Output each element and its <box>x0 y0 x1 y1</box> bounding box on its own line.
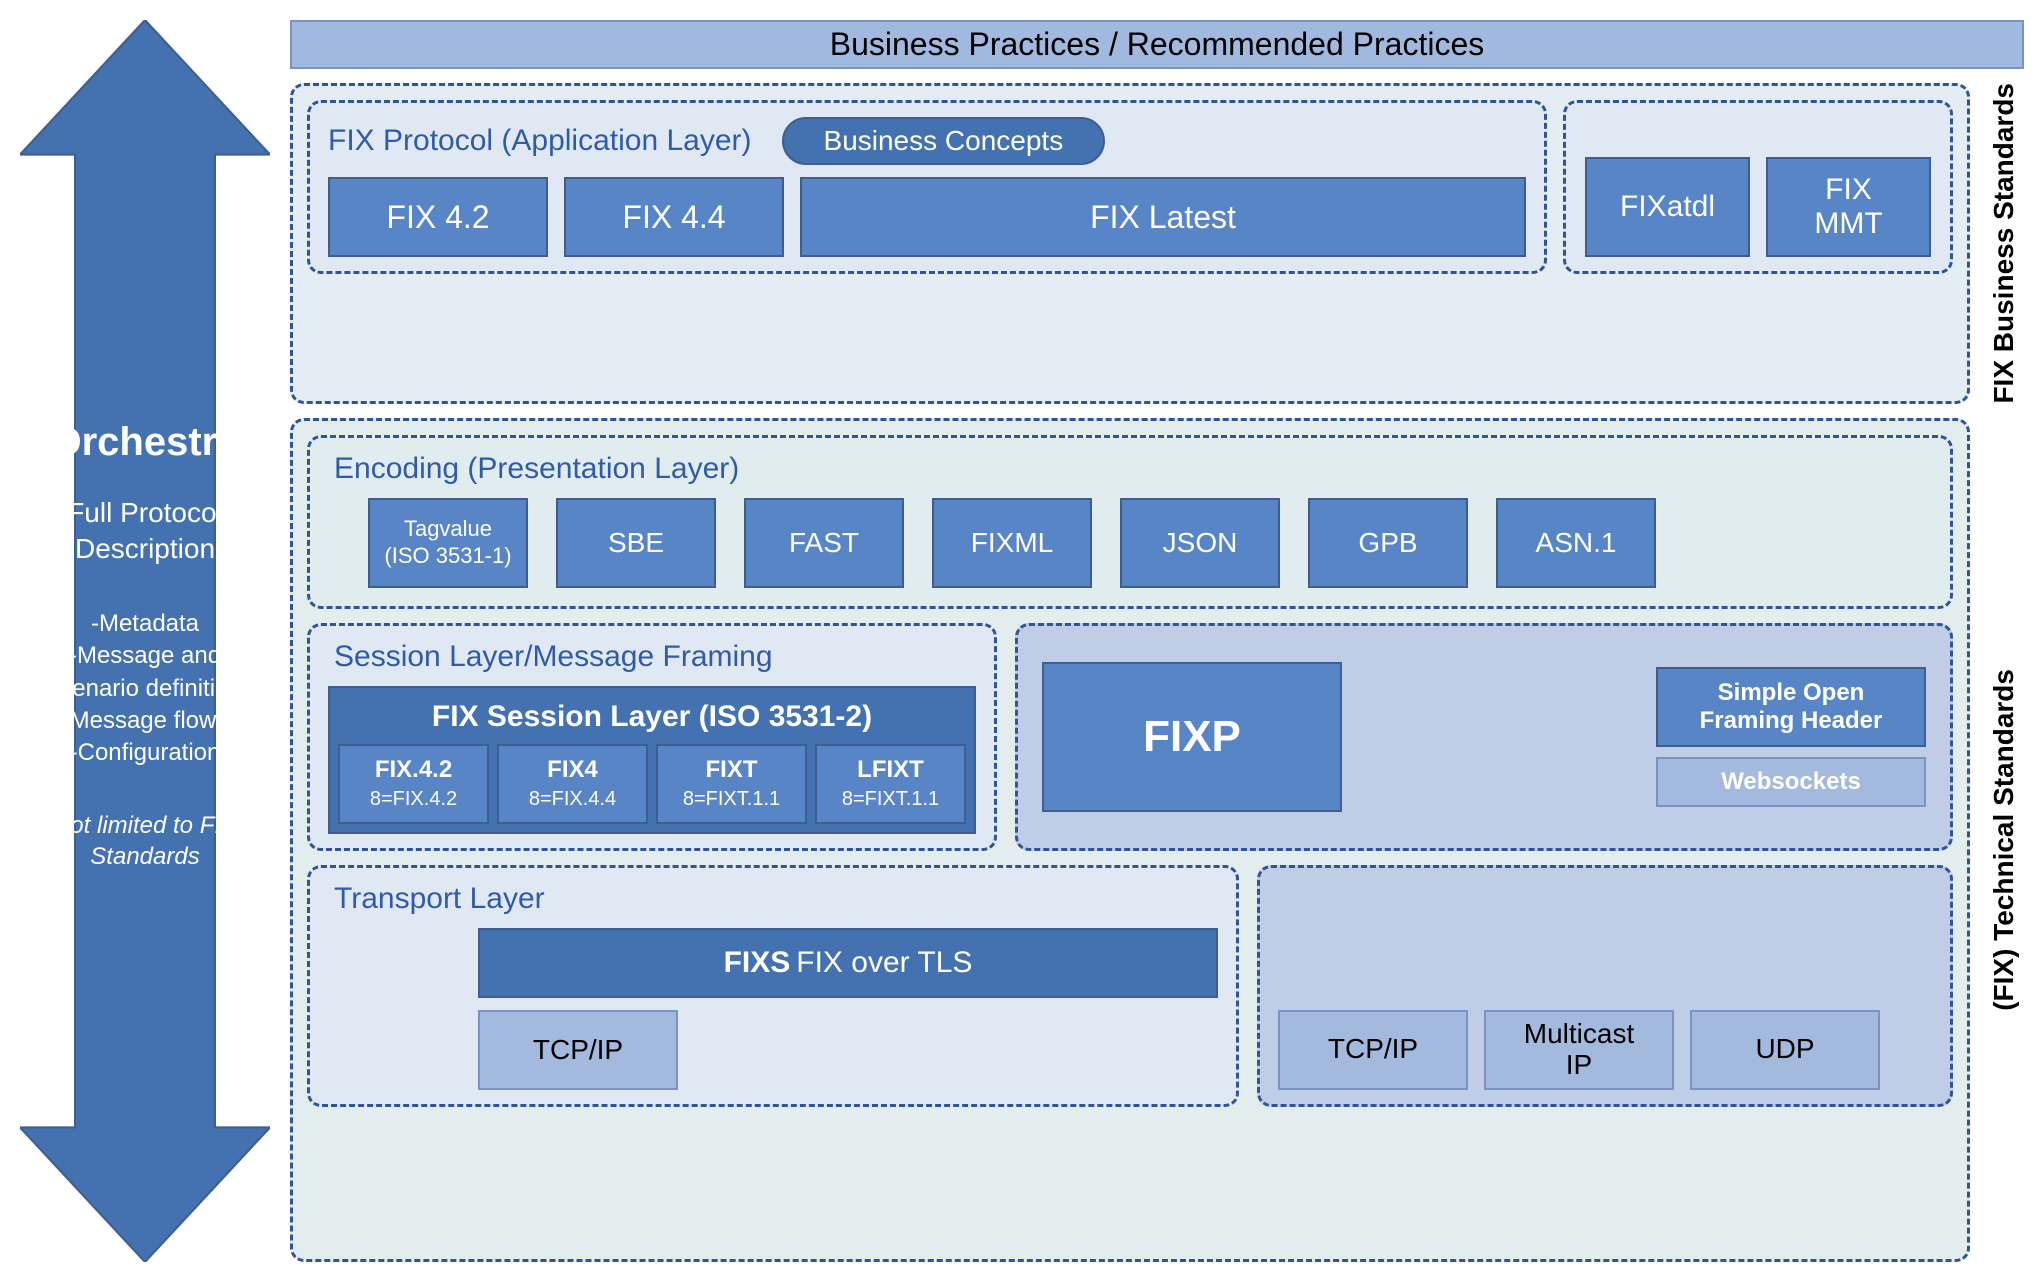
fix-session-layer-group: FIX Session Layer (ISO 3531-2) FIX.4.2 8… <box>328 686 976 834</box>
multicast-ip-box: Multicast IP <box>1484 1010 1674 1090</box>
orchestra-bullet: -Metadata <box>48 608 242 640</box>
top-band-business-practices: Business Practices / Recommended Practic… <box>290 20 2024 69</box>
orchestra-arrow: Orchestra Full Protocol Description -Met… <box>20 20 270 1262</box>
sofh-text1: Simple Open <box>1718 679 1865 707</box>
multicast-text2: IP <box>1566 1050 1592 1081</box>
json-box: JSON <box>1120 498 1280 588</box>
transport-wrapper: Transport Layer FIXS FIX over TLS TCP/IP… <box>307 865 1953 1107</box>
tcpip-left-box: TCP/IP <box>478 1010 678 1090</box>
tagvalue-box: Tagvalue (ISO 3531-1) <box>368 498 528 588</box>
session-lfixt: LFIXT 8=FIXT.1.1 <box>815 744 966 824</box>
session-panel-left: Session Layer/Message Framing FIX Sessio… <box>307 623 997 851</box>
business-standards-panel: FIX Protocol (Application Layer) Busines… <box>290 83 1970 404</box>
gpb-box: GPB <box>1308 498 1468 588</box>
sbe-box: SBE <box>556 498 716 588</box>
fast-box: FAST <box>744 498 904 588</box>
asn1-box: ASN.1 <box>1496 498 1656 588</box>
session-panel-right: FIXP Simple Open Framing Header Websocke… <box>1015 623 1953 851</box>
fix-latest-box: FIX Latest <box>800 177 1526 257</box>
orchestra-bullet: -Configuration <box>48 737 242 769</box>
fix-session-layer-title: FIX Session Layer (ISO 3531-2) <box>338 700 966 734</box>
fixs-box: FIXS FIX over TLS <box>478 928 1218 998</box>
fix44-box: FIX 4.4 <box>564 177 784 257</box>
tagvalue-text1: Tagvalue <box>404 516 492 542</box>
transport-panel-right: TCP/IP Multicast IP UDP <box>1257 865 1953 1107</box>
orchestra-tagline: Full Protocol Description <box>48 495 242 568</box>
session-fix42-s: 8=FIX.4.2 <box>370 787 457 811</box>
session-fixt-t: FIXT <box>706 756 758 785</box>
session-wrapper: Session Layer/Message Framing FIX Sessio… <box>307 623 1953 851</box>
session-fix4-s: 8=FIX.4.4 <box>529 787 616 811</box>
session-lfixt-t: LFIXT <box>857 756 924 785</box>
technical-standards-label: (FIX) Technical Standards <box>1984 418 2024 1262</box>
websockets-box: Websockets <box>1656 757 1926 807</box>
fixs-rest: FIX over TLS <box>796 946 972 980</box>
session-lfixt-s: 8=FIXT.1.1 <box>842 787 939 811</box>
fixs-bold: FIXS <box>724 946 791 980</box>
fix42-box: FIX 4.2 <box>328 177 548 257</box>
sofh-text2: Framing Header <box>1700 707 1883 735</box>
fixatdl-box: FIXatdl <box>1585 157 1750 257</box>
orchestra-title: Orchestra <box>48 420 242 465</box>
session-fix42: FIX.4.2 8=FIX.4.2 <box>338 744 489 824</box>
fix-mmt-text1: FIX <box>1825 173 1872 208</box>
orchestra-bullet: -Message flows <box>48 705 242 737</box>
business-concepts-pill: Business Concepts <box>782 117 1106 165</box>
transport-title: Transport Layer <box>334 882 1218 916</box>
fixatdl-mmt-panel: FIXatdl FIX MMT <box>1563 100 1953 274</box>
fix-mmt-box: FIX MMT <box>1766 157 1931 257</box>
session-fixt-s: 8=FIXT.1.1 <box>683 787 780 811</box>
encoding-panel: Encoding (Presentation Layer) Tagvalue (… <box>307 435 1953 609</box>
technical-standards-text: (FIX) Technical Standards <box>1988 669 2020 1011</box>
orchestra-bullet: -Message and scenario definition <box>48 640 242 705</box>
transport-panel-left: Transport Layer FIXS FIX over TLS TCP/IP <box>307 865 1239 1107</box>
tagvalue-text2: (ISO 3531-1) <box>384 543 511 569</box>
business-standards-label: FIX Business Standards <box>1984 83 2024 404</box>
udp-box: UDP <box>1690 1010 1880 1090</box>
orchestra-footnote: Not limited to FIX Standards <box>48 810 242 872</box>
session-fix4: FIX4 8=FIX.4.4 <box>497 744 648 824</box>
session-fixt: FIXT 8=FIXT.1.1 <box>656 744 807 824</box>
session-fix42-t: FIX.4.2 <box>375 756 452 785</box>
sofh-box: Simple Open Framing Header <box>1656 667 1926 747</box>
tcpip-right-box: TCP/IP <box>1278 1010 1468 1090</box>
fixp-box: FIXP <box>1042 662 1342 812</box>
fix-mmt-text2: MMT <box>1814 207 1882 242</box>
app-layer-title: FIX Protocol (Application Layer) <box>328 124 752 158</box>
app-layer-panel: FIX Protocol (Application Layer) Busines… <box>307 100 1547 274</box>
multicast-text1: Multicast <box>1524 1019 1634 1050</box>
session-title: Session Layer/Message Framing <box>334 640 976 674</box>
business-standards-text: FIX Business Standards <box>1988 83 2020 404</box>
fixml-box: FIXML <box>932 498 1092 588</box>
technical-standards-panel: Encoding (Presentation Layer) Tagvalue (… <box>290 418 1970 1262</box>
encoding-title: Encoding (Presentation Layer) <box>334 452 1932 486</box>
session-fix4-t: FIX4 <box>547 756 598 785</box>
